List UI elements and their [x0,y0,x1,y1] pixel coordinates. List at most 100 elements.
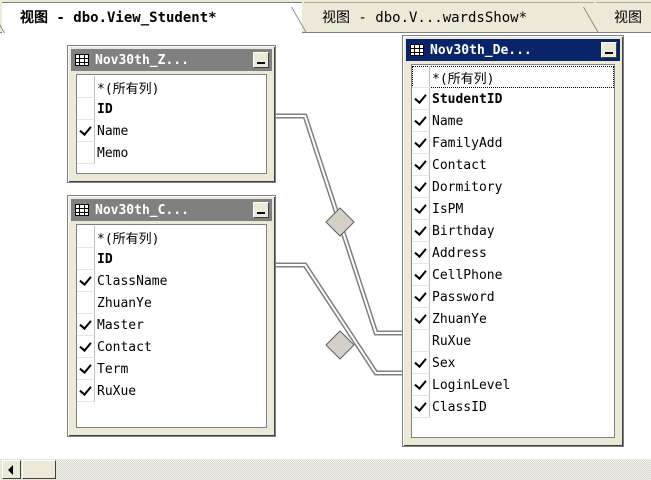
column-checkbox[interactable] [412,352,430,374]
column-label: Contact [97,339,152,355]
column-row[interactable]: Birthday [412,220,614,242]
scroll-left-arrow-icon[interactable] [2,460,21,479]
column-label: Sex [432,355,456,371]
column-row[interactable]: StudentID [412,88,614,110]
column-label: *(所有列) [97,231,160,247]
column-checkbox[interactable] [412,286,430,308]
column-checkbox[interactable] [77,226,95,248]
join-link-class-student[interactable] [276,262,410,376]
column-row[interactable]: Term [77,358,266,380]
column-list[interactable]: *(所有列) StudentID Name FamilyAdd Contact Dormi… [411,64,615,438]
column-row[interactable]: Contact [412,154,614,176]
column-row[interactable]: Address [412,242,614,264]
column-label: *(所有列) [432,71,495,87]
column-label: Address [432,245,487,261]
column-checkbox[interactable] [412,396,430,418]
column-checkbox[interactable] [77,292,95,314]
column-row[interactable]: Dormitory [412,176,614,198]
horizontal-scrollbar[interactable] [0,459,651,480]
column-row[interactable]: ZhuanYe [412,308,614,330]
column-checkbox[interactable] [412,66,430,88]
column-label: Password [432,289,495,305]
column-checkbox[interactable] [412,176,430,198]
column-checkbox[interactable] [412,330,430,352]
column-checkbox[interactable] [77,380,95,402]
column-row[interactable]: Sex [412,352,614,374]
diamond-join-icon [325,207,355,237]
column-checkbox[interactable] [412,374,430,396]
column-row[interactable]: Name [412,110,614,132]
column-checkbox[interactable] [412,154,430,176]
column-row[interactable]: IsPM [412,198,614,220]
column-label: LoginLevel [432,377,511,393]
column-label: RuXue [97,383,137,399]
column-checkbox[interactable] [77,358,95,380]
column-label: Master [97,317,144,333]
column-row[interactable]: RuXue [412,330,614,352]
grid-icon [410,44,424,56]
column-row[interactable]: ClassName [77,270,266,292]
column-checkbox[interactable] [77,76,95,98]
table-window-student[interactable]: Nov30th_De... *(所有列) StudentID Name FamilyA… [402,35,624,447]
column-checkbox[interactable] [412,110,430,132]
column-checkbox[interactable] [77,120,95,142]
column-checkbox[interactable] [412,220,430,242]
column-label: ZhuanYe [432,311,487,327]
column-checkbox[interactable] [77,336,95,358]
column-row[interactable]: FamilyAdd [412,132,614,154]
minimize-icon[interactable] [253,52,269,68]
column-row[interactable]: ID [77,248,266,270]
table-title-bar[interactable]: Nov30th_De... [406,39,620,61]
grid-icon [75,204,89,216]
column-row[interactable]: RuXue [77,380,266,402]
column-row[interactable]: ZhuanYe [77,292,266,314]
join-link-zhuanye-student[interactable] [276,113,410,336]
column-label: CellPhone [432,267,503,283]
column-list[interactable]: *(所有列) ID Name Memo [76,74,267,174]
scroll-thumb[interactable] [22,460,56,479]
tab-view-awardsshow[interactable]: 视图 - dbo.V...wardsShow* [304,2,594,32]
column-label: StudentID [432,91,503,107]
column-checkbox[interactable] [412,308,430,330]
column-row[interactable]: Name [77,120,266,142]
column-checkbox[interactable] [77,248,95,270]
column-checkbox[interactable] [412,264,430,286]
tab-view-student[interactable]: 视图 - dbo.View_Student* [2,2,302,33]
column-label: RuXue [432,333,472,349]
column-row[interactable]: Memo [77,142,266,164]
column-label: ClassName [97,273,168,289]
column-label: Name [97,123,129,139]
column-label: Memo [97,145,129,161]
column-checkbox[interactable] [77,270,95,292]
column-row[interactable]: *(所有列) [412,66,614,88]
column-list[interactable]: *(所有列) ID ClassName ZhuanYe Master Contact Ter… [76,224,267,428]
column-checkbox[interactable] [77,98,95,120]
column-row[interactable]: ID [77,98,266,120]
table-title-bar[interactable]: Nov30th_C... [71,199,272,221]
table-title: Nov30th_Z... [95,52,189,68]
column-checkbox[interactable] [412,132,430,154]
column-row[interactable]: *(所有列) [77,76,266,98]
column-checkbox[interactable] [412,88,430,110]
table-window-zhuanye[interactable]: Nov30th_Z... *(所有列) ID Name Memo [67,45,276,183]
column-row[interactable]: *(所有列) [77,226,266,248]
column-label: Birthday [432,223,495,239]
column-row[interactable]: CellPhone [412,264,614,286]
column-checkbox[interactable] [412,198,430,220]
column-row[interactable]: LoginLevel [412,374,614,396]
table-window-class[interactable]: Nov30th_C... *(所有列) ID ClassName ZhuanYe Mas… [67,195,276,437]
column-row[interactable]: ClassID [412,396,614,418]
column-label: Dormitory [432,179,503,195]
column-checkbox[interactable] [77,314,95,336]
column-checkbox[interactable] [412,242,430,264]
column-row[interactable]: Password [412,286,614,308]
diagram-canvas[interactable]: Nov30th_Z... *(所有列) ID Name Memo Nov30th_C.… [0,33,651,451]
minimize-icon[interactable] [601,42,617,58]
minimize-icon[interactable] [253,202,269,218]
column-checkbox[interactable] [77,142,95,164]
tab-view-other[interactable]: 视图 [596,2,651,32]
table-title-bar[interactable]: Nov30th_Z... [71,49,272,71]
column-row[interactable]: Master [77,314,266,336]
column-label: ID [97,251,113,267]
column-row[interactable]: Contact [77,336,266,358]
